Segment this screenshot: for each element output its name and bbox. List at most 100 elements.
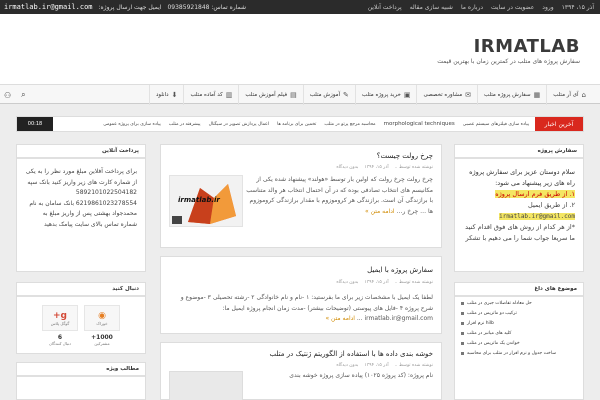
top-menu-about[interactable]: درباره ما [461, 4, 483, 11]
follow-count: 6 [57, 334, 63, 341]
nav-item[interactable]: ✎ آموزش متلب [302, 85, 355, 105]
nav-tools: ⌕ ⚇ [4, 85, 26, 105]
hot-topic-label: خواندن یک ماتریس در متلب [467, 341, 520, 346]
bullet-icon [461, 322, 464, 325]
site-logo[interactable]: IRMATLAB [474, 36, 580, 57]
post-date: آذر ۱۵، ۱۳۹۴ [364, 165, 389, 170]
follow-caption: مشترکین [94, 341, 110, 346]
nav-item[interactable]: ▤ فیلم آموزش متلب [238, 85, 302, 105]
bullet-icon [461, 302, 464, 305]
top-menu-register[interactable]: عضویت در سایت [491, 4, 534, 11]
hot-topic-item[interactable]: ساخت جدول و نرم افزار در متلب برای محاسب… [461, 351, 577, 356]
search-icon[interactable]: ⌕ [21, 90, 25, 100]
hot-topics-title: موضوع های داغ [455, 283, 583, 297]
follow-box-tile: g+ گوگل پلاس [42, 305, 78, 331]
ticker-item[interactable]: morphological techniques [384, 121, 455, 127]
order-widget: سفارش پروژه سلام دوستان عزیز برای سفارش … [454, 144, 584, 272]
nav-item[interactable]: ▦ سفارش پروژه متلب [477, 85, 546, 105]
read-more-link[interactable]: ادامه متن » [365, 208, 395, 215]
hot-topic-label: حل معادله تفاضلات جبری در متلب [467, 301, 532, 306]
post-date: آذر ۱۵، ۱۳۹۴ [364, 363, 389, 368]
post-author: نوشته شده توسط .. [394, 165, 433, 170]
download-icon: ⬇ [171, 91, 178, 99]
order-widget-body: سلام دوستان عزیز برای سفارش پروژه راه ها… [455, 159, 583, 252]
cart-icon: ▣ [403, 91, 411, 99]
post-thumbnail[interactable] [169, 371, 243, 400]
bullet-icon [461, 332, 464, 335]
code-icon: ▥ [225, 91, 233, 99]
top-menu-simulation[interactable]: شبیه سازی مقاله [410, 4, 453, 11]
post-title[interactable]: چرخ رولت چیست؟ [377, 152, 433, 160]
post-excerpt-text: چرخ رولت چرخ رولت که اولین بار توسط «هول… [246, 176, 433, 215]
payment-bank-2: بانک سامان [45, 199, 74, 207]
post-thumbnail[interactable]: irmatlab.ir [169, 175, 243, 227]
ticker-items: پیاده سازی فیلترهای سیستم عصبی morphologi… [74, 117, 529, 131]
hot-topic-item[interactable]: hilb نرم افزار [461, 321, 577, 326]
hot-topic-item[interactable]: خواندن یک ماتریس در متلب [461, 341, 577, 346]
follow-widget: دنبال کنید ◉ خوراک +1000 مشترکین g+ گوگل پلاس… [16, 282, 146, 354]
ticker-time: 00:18 [17, 117, 53, 131]
ticker-item[interactable]: پیشرفته در متلب [169, 122, 201, 127]
card-number-2: 6219861023278554 [75, 199, 137, 207]
pencil-icon: ✎ [343, 91, 349, 99]
top-date: آذر ۱۵، ۱۳۹۴ [561, 3, 594, 11]
ticker-item[interactable]: پیاده سازی برای پروژه عمومی [103, 122, 161, 127]
hot-topic-label: ساخت جدول و نرم افزار در متلب برای محاسب… [467, 351, 556, 356]
order-greeting: سلام دوستان عزیز برای سفارش پروژه راه ها… [469, 168, 575, 187]
post-comments[interactable]: بدون دیدگاه [336, 363, 358, 368]
post-comments[interactable]: بدون دیدگاه [336, 165, 358, 170]
follow-caption: دنبال کنندگان [49, 341, 71, 346]
nav-item-label: مشاوره تخصصی [423, 92, 463, 98]
post-author: نوشته شده توسط .. [394, 280, 433, 285]
nav-item-label: فیلم آموزش متلب [245, 92, 288, 98]
user-icon[interactable]: ⚇ [4, 91, 11, 100]
order-option-email: ۲. از طریق ایمیل [528, 201, 575, 209]
hot-topic-item[interactable]: حل معادله تفاضلات جبری در متلب [461, 301, 577, 306]
nav-item[interactable]: ▣ خرید پروژه متلب [354, 85, 417, 105]
order-email[interactable]: irmatlab.ir@gmail.com [499, 213, 575, 220]
payment-widget-title: پرداخت آنلاین [17, 145, 145, 159]
nav-item[interactable]: ✉ مشاوره تخصصی [416, 85, 477, 105]
nav-item-label: دانلود [155, 92, 169, 98]
nav-item-label: خرید پروژه متلب [361, 92, 401, 98]
bullet-icon [461, 342, 464, 345]
ticker-item[interactable]: محاسبه مرجع پرتو در متلب [324, 122, 375, 127]
post-card: سفارش پروژه با ایمیل نوشته شده توسط .. آ… [160, 256, 442, 334]
post-comments[interactable]: بدون دیدگاه [336, 280, 358, 285]
payment-text: برای پرداخت آفلاین مبلغ مورد نظر را به ی… [25, 168, 137, 186]
news-ticker: آخرین اخبار پیاده سازی فیلترهای سیستم عص… [16, 116, 584, 132]
order-option-form[interactable]: ۱. از طریق فرم ارسال پروژه [495, 190, 575, 198]
follow-box[interactable]: ◉ خوراک +1000 مشترکین [84, 305, 120, 346]
googleplus-icon: g+ [53, 310, 67, 321]
follow-box-label: خوراک [96, 320, 108, 326]
hot-topic-item[interactable]: ترکیب دو ماتریس در متلب [461, 311, 577, 316]
post-excerpt-text: لطفا یک ایمیل با مشخصات زیر برای ما بفرس… [180, 294, 433, 322]
post-title[interactable]: خوشه بندی داده ها با استفاده از الگوریتم… [269, 350, 433, 358]
ticker-item[interactable]: اعمال پردازش تصویر در سیگنال [209, 122, 270, 127]
post-date: آذر ۱۵، ۱۳۹۴ [364, 280, 389, 285]
post-title[interactable]: سفارش پروژه با ایمیل [367, 266, 433, 274]
follow-box[interactable]: g+ گوگل پلاس 6 دنبال کنندگان [42, 305, 78, 346]
hot-topic-label: hilb نرم افزار [467, 321, 494, 326]
follow-widget-title: دنبال کنید [17, 283, 145, 297]
chat-icon: ✉ [465, 91, 472, 99]
read-more-link[interactable]: ادامه متن » [325, 315, 355, 322]
card-number-1: 5892101022504182 [75, 189, 137, 196]
top-menu-payment[interactable]: پرداخت آنلاین [368, 4, 402, 11]
post-excerpt: لطفا یک ایمیل با مشخصات زیر برای ما بفرس… [169, 293, 433, 325]
hot-topic-item[interactable]: کلید های میانبر در متلب [461, 331, 577, 336]
featured-widget-title: مطالب ویژه [17, 363, 145, 377]
thumbnail-brand: irmatlab.ir [178, 196, 220, 204]
top-email[interactable]: irmatlab.ir@gmail.com [4, 3, 93, 11]
nav-item[interactable]: ▥ کد آماده متلب [183, 85, 238, 105]
ticker-item[interactable]: پیاده سازی فیلترهای سیستم عصبی [463, 122, 529, 127]
top-contact: شماره تماس: 09385921848 ایمیل جهت ارسال … [4, 0, 246, 14]
top-menu-login[interactable]: ورود [542, 4, 553, 11]
hot-topic-label: ترکیب دو ماتریس در متلب [467, 311, 517, 316]
nav-item[interactable]: ⬇ دانلود [148, 85, 184, 105]
image-icon [172, 216, 182, 224]
order-note: *از هر کدام از روش های فوق اقدام کنید ما… [465, 223, 575, 242]
top-email-label: ایمیل جهت ارسال پروژه: [98, 3, 162, 11]
ticker-item[interactable]: تخمین برای برنامه ها [277, 122, 316, 127]
nav-item[interactable]: ⌂ آی آر متلب [546, 85, 592, 105]
